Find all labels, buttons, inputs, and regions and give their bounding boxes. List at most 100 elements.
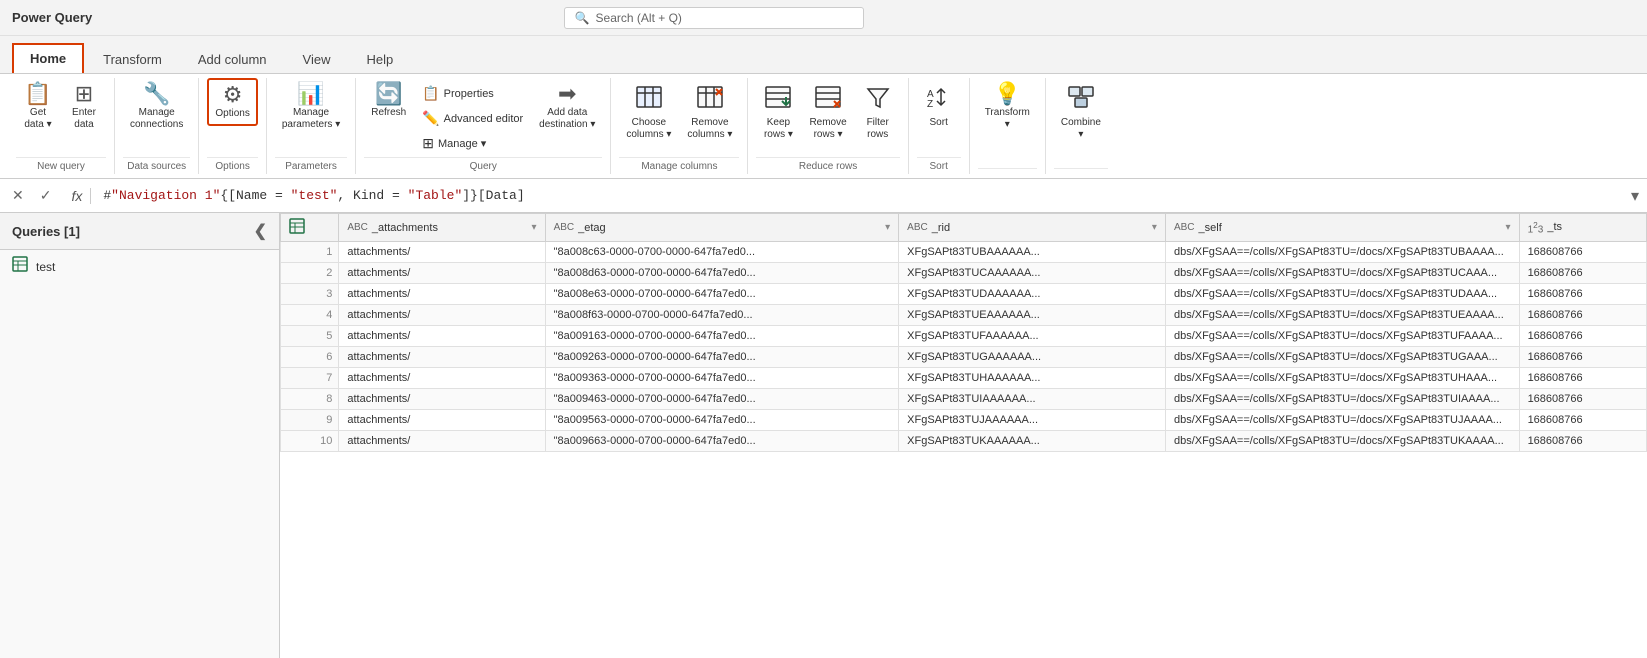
search-icon: 🔍 <box>575 11 590 25</box>
cell-ts: 168608766 <box>1519 242 1646 263</box>
remove-columns-icon <box>696 83 724 115</box>
transform-button[interactable]: 💡 Transform▾ <box>978 78 1037 136</box>
col-dropdown-attachments[interactable]: ▾ <box>532 222 537 233</box>
sidebar-item-test[interactable]: test <box>0 250 279 283</box>
manage-connections-button[interactable]: 🔧 Manageconnections <box>123 78 190 136</box>
manage-connections-label: Manageconnections <box>130 107 183 131</box>
ribbon-group-manage-columns-label: Manage columns <box>619 157 739 174</box>
refresh-button[interactable]: 🔄 Refresh <box>364 78 413 124</box>
combine-button[interactable]: Combine▾ <box>1054 78 1108 146</box>
tab-bar: Home Transform Add column View Help <box>0 36 1647 74</box>
col-label-self: _self <box>1199 222 1222 234</box>
col-header-ts[interactable]: 123 _ts <box>1519 214 1646 242</box>
cell-ts: 168608766 <box>1519 263 1646 284</box>
cell-etag: "8a009363-0000-0700-0000-647fa7ed0... <box>545 368 899 389</box>
keep-rows-button[interactable]: Keeprows ▾ <box>756 78 800 146</box>
tab-add-column[interactable]: Add column <box>181 45 284 73</box>
col-type-self: ABC <box>1174 222 1195 233</box>
tab-home[interactable]: Home <box>12 43 84 73</box>
col-dropdown-etag[interactable]: ▾ <box>885 222 890 233</box>
filter-rows-icon <box>864 83 892 115</box>
col-type-rid: ABC <box>907 222 928 233</box>
col-header-rownum <box>281 214 339 242</box>
cell-self: dbs/XFgSAA==/colls/XFgSAPt83TU=/docs/XFg… <box>1165 326 1519 347</box>
tab-transform[interactable]: Transform <box>86 45 179 73</box>
col-type-attachments: ABC <box>347 222 368 233</box>
table-row: 6attachments/"8a009263-0000-0700-0000-64… <box>281 347 1647 368</box>
row-number: 5 <box>281 326 339 347</box>
search-placeholder: Search (Alt + Q) <box>596 11 682 25</box>
manage-parameters-button[interactable]: 📊 Manageparameters ▾ <box>275 78 347 136</box>
choose-columns-label: Choosecolumns ▾ <box>626 117 671 141</box>
ribbon-group-sort-label: Sort <box>917 157 961 174</box>
advanced-editor-button[interactable]: ✏️ Advanced editor <box>415 107 530 130</box>
add-data-destination-button[interactable]: ➡ Add datadestination ▾ <box>532 78 602 136</box>
cell-ts: 168608766 <box>1519 389 1646 410</box>
sidebar-collapse-button[interactable]: ❮ <box>254 221 267 241</box>
formula-confirm-icon[interactable]: ✓ <box>36 185 56 206</box>
options-button[interactable]: ⚙ Options <box>207 78 257 126</box>
cell-etag: "8a008f63-0000-0700-0000-647fa7ed0... <box>545 305 899 326</box>
formula-content[interactable]: #"Navigation 1"{[Name = "test", Kind = "… <box>103 188 1623 203</box>
table-row: 3attachments/"8a008e63-0000-0700-0000-64… <box>281 284 1647 305</box>
cell-etag: "8a009463-0000-0700-0000-647fa7ed0... <box>545 389 899 410</box>
table-row: 9attachments/"8a009563-0000-0700-0000-64… <box>281 410 1647 431</box>
row-number: 1 <box>281 242 339 263</box>
ribbon-group-parameters: 📊 Manageparameters ▾ Parameters <box>267 78 356 174</box>
remove-columns-button[interactable]: Removecolumns ▾ <box>680 78 739 146</box>
sort-label: Sort <box>930 117 948 129</box>
properties-button[interactable]: 📋 Properties <box>415 82 530 105</box>
combine-icon <box>1067 83 1095 115</box>
col-label-attachments: _attachments <box>372 222 438 234</box>
app-title: Power Query <box>12 10 92 25</box>
col-dropdown-self[interactable]: ▾ <box>1506 222 1511 233</box>
row-number: 8 <box>281 389 339 410</box>
enter-data-button[interactable]: ⊞ Enterdata <box>62 78 106 136</box>
cell-attachments: attachments/ <box>339 242 545 263</box>
get-data-icon: 📋 <box>24 83 51 105</box>
ribbon-group-combine: Combine▾ <box>1046 78 1116 174</box>
add-data-destination-icon: ➡ <box>558 83 576 105</box>
formula-cancel-icon[interactable]: ✕ <box>8 185 28 206</box>
cell-self: dbs/XFgSAA==/colls/XFgSAPt83TU=/docs/XFg… <box>1165 263 1519 284</box>
filter-rows-button[interactable]: Filterrows <box>856 78 900 146</box>
remove-rows-button[interactable]: Removerows ▾ <box>802 78 853 146</box>
table-icon <box>12 256 28 277</box>
choose-columns-button[interactable]: Choosecolumns ▾ <box>619 78 678 146</box>
properties-label: Properties <box>444 88 494 100</box>
search-bar[interactable]: 🔍 Search (Alt + Q) <box>564 7 864 29</box>
col-header-etag[interactable]: ABC _etag ▾ <box>545 214 899 242</box>
transform-label: Transform▾ <box>985 107 1030 131</box>
cell-rid: XFgSAPt83TUIAAAAAA... <box>899 389 1166 410</box>
table-row: 8attachments/"8a009463-0000-0700-0000-64… <box>281 389 1647 410</box>
col-header-self[interactable]: ABC _self ▾ <box>1165 214 1519 242</box>
col-label-ts: _ts <box>1547 221 1562 233</box>
combine-label: Combine▾ <box>1061 117 1101 141</box>
tab-help[interactable]: Help <box>349 45 410 73</box>
cell-ts: 168608766 <box>1519 410 1646 431</box>
properties-icon: 📋 <box>422 85 439 102</box>
row-number: 7 <box>281 368 339 389</box>
cell-rid: XFgSAPt83TUKAAAAAA... <box>899 431 1166 452</box>
data-grid[interactable]: ABC _attachments ▾ ABC _etag ▾ <box>280 213 1647 658</box>
cell-rid: XFgSAPt83TUDAAAAAA... <box>899 284 1166 305</box>
manage-button[interactable]: ⊞ Manage ▾ <box>415 132 530 155</box>
row-number: 2 <box>281 263 339 284</box>
ribbon-group-transform: 💡 Transform▾ <box>970 78 1046 174</box>
get-data-button[interactable]: 📋 Getdata ▾ <box>16 78 60 136</box>
sort-button[interactable]: A Z Sort <box>917 78 961 134</box>
cell-ts: 168608766 <box>1519 431 1646 452</box>
filter-rows-label: Filterrows <box>867 117 889 141</box>
col-dropdown-rid[interactable]: ▾ <box>1152 222 1157 233</box>
manage-label: Manage ▾ <box>438 137 486 150</box>
cell-attachments: attachments/ <box>339 263 545 284</box>
sidebar-header: Queries [1] ❮ <box>0 213 279 250</box>
col-header-rid[interactable]: ABC _rid ▾ <box>899 214 1166 242</box>
formula-collapse-icon[interactable]: ▾ <box>1631 186 1639 206</box>
tab-view[interactable]: View <box>286 45 348 73</box>
cell-attachments: attachments/ <box>339 347 545 368</box>
cell-ts: 168608766 <box>1519 305 1646 326</box>
ribbon-group-transform-label <box>978 168 1037 174</box>
cell-attachments: attachments/ <box>339 389 545 410</box>
col-header-attachments[interactable]: ABC _attachments ▾ <box>339 214 545 242</box>
